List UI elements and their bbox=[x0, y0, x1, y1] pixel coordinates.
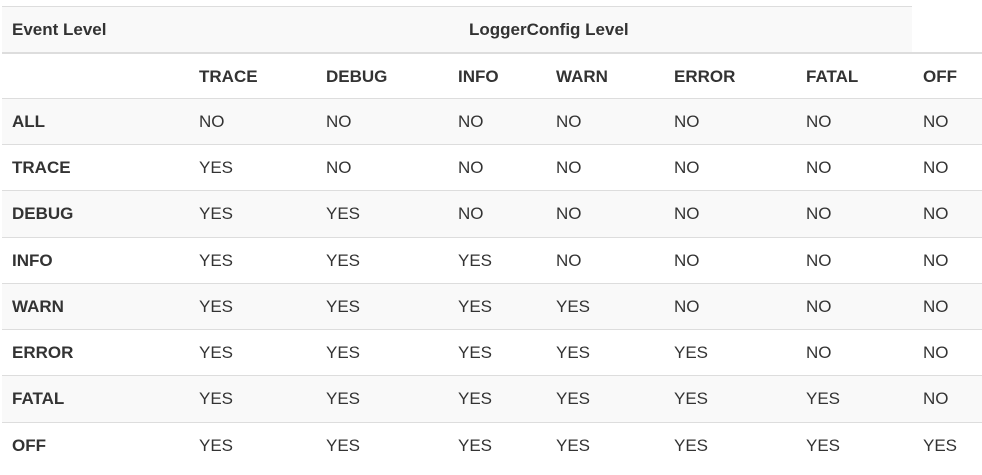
table-cell: YES bbox=[326, 436, 361, 455]
table-cell: NO bbox=[806, 296, 832, 316]
table-cell: NO bbox=[923, 342, 949, 362]
table-cell: NO bbox=[674, 296, 700, 316]
table-cell: YES bbox=[674, 342, 709, 362]
table-cell: NO bbox=[674, 157, 700, 177]
table-cell: YES bbox=[458, 436, 493, 455]
table-cell: YES bbox=[556, 296, 591, 316]
table-row: OFF YES YES YES YES YES YES YES bbox=[2, 422, 982, 469]
table-cell: NO bbox=[326, 111, 352, 131]
table-cell: NO bbox=[923, 157, 949, 177]
column-header: OFF bbox=[923, 66, 957, 86]
table-cell: NO bbox=[458, 157, 484, 177]
table-cell: NO bbox=[806, 204, 832, 223]
table-cell: NO bbox=[806, 250, 832, 270]
column-header: INFO bbox=[458, 66, 499, 86]
event-level-cell: DEBUG bbox=[12, 204, 74, 223]
table-cell: NO bbox=[556, 111, 582, 131]
table-cell: NO bbox=[199, 111, 225, 131]
table-cell: YES bbox=[806, 389, 841, 408]
table-cell: YES bbox=[326, 342, 361, 362]
table-cell: NO bbox=[458, 204, 484, 223]
table-cell: NO bbox=[556, 204, 582, 223]
table-cell: YES bbox=[674, 389, 709, 408]
table-cell: NO bbox=[806, 111, 832, 131]
table-cell: YES bbox=[199, 250, 234, 270]
table-cell: YES bbox=[458, 342, 493, 362]
table-cell: YES bbox=[326, 204, 361, 223]
table-cell: NO bbox=[674, 204, 700, 223]
table-cell: YES bbox=[458, 389, 493, 408]
table-cell: NO bbox=[923, 296, 949, 316]
table-row: WARN YES YES YES YES NO NO NO bbox=[2, 283, 982, 329]
table-row: ERROR YES YES YES YES YES NO NO bbox=[2, 329, 982, 375]
table-cell: YES bbox=[326, 389, 361, 408]
table-cell: NO bbox=[806, 157, 832, 177]
event-level-cell: ALL bbox=[12, 111, 46, 131]
table-cell: NO bbox=[923, 204, 949, 223]
table-row: ALL NO NO NO NO NO NO NO bbox=[2, 98, 982, 144]
table-cell: YES bbox=[674, 436, 709, 455]
table-cell: YES bbox=[199, 296, 234, 316]
table-cell: NO bbox=[674, 250, 700, 270]
logger-config-level-header: LoggerConfig Level bbox=[469, 19, 629, 39]
table-cell: YES bbox=[326, 296, 361, 316]
column-header: WARN bbox=[556, 66, 608, 86]
table-header-row: Event Level LoggerConfig Level bbox=[2, 6, 912, 52]
table-cell: NO bbox=[556, 250, 582, 270]
table-cell: YES bbox=[326, 250, 361, 270]
table-cell: NO bbox=[923, 389, 949, 408]
table-cell: NO bbox=[923, 111, 949, 131]
table-row: INFO YES YES YES NO NO NO NO bbox=[2, 237, 982, 283]
table-cell: NO bbox=[556, 157, 582, 177]
table-cell: YES bbox=[556, 436, 591, 455]
table-cell: NO bbox=[326, 157, 352, 177]
table-cell: YES bbox=[458, 250, 493, 270]
column-header: TRACE bbox=[199, 66, 258, 86]
table-cell: YES bbox=[923, 436, 958, 455]
table-row: DEBUG YES YES NO NO NO NO NO bbox=[2, 190, 982, 237]
table-cell: YES bbox=[199, 204, 234, 223]
event-level-cell: TRACE bbox=[12, 157, 71, 177]
table-row: FATAL YES YES YES YES YES YES NO bbox=[2, 375, 982, 422]
event-level-cell: INFO bbox=[12, 250, 53, 270]
table-cell: YES bbox=[806, 436, 841, 455]
table-cell: NO bbox=[674, 111, 700, 131]
event-level-cell: ERROR bbox=[12, 342, 74, 362]
column-header: DEBUG bbox=[326, 66, 388, 86]
column-header-row: TRACE DEBUG INFO WARN ERROR FATAL OFF bbox=[2, 52, 982, 99]
event-level-cell: WARN bbox=[12, 296, 64, 316]
table-cell: YES bbox=[556, 389, 591, 408]
event-level-cell: FATAL bbox=[12, 389, 65, 408]
table-cell: YES bbox=[556, 342, 591, 362]
table-cell: YES bbox=[199, 157, 234, 177]
event-level-cell: OFF bbox=[12, 436, 46, 455]
table-cell: YES bbox=[199, 342, 234, 362]
table-cell: YES bbox=[199, 436, 234, 455]
column-header: ERROR bbox=[674, 66, 736, 86]
table-row: TRACE YES NO NO NO NO NO NO bbox=[2, 144, 982, 190]
column-header: FATAL bbox=[806, 66, 859, 86]
table-cell: YES bbox=[458, 296, 493, 316]
table-cell: NO bbox=[458, 111, 484, 131]
table-cell: NO bbox=[923, 250, 949, 270]
table-cell: YES bbox=[199, 389, 234, 408]
event-level-header: Event Level bbox=[12, 19, 107, 39]
table-cell: NO bbox=[806, 342, 832, 362]
